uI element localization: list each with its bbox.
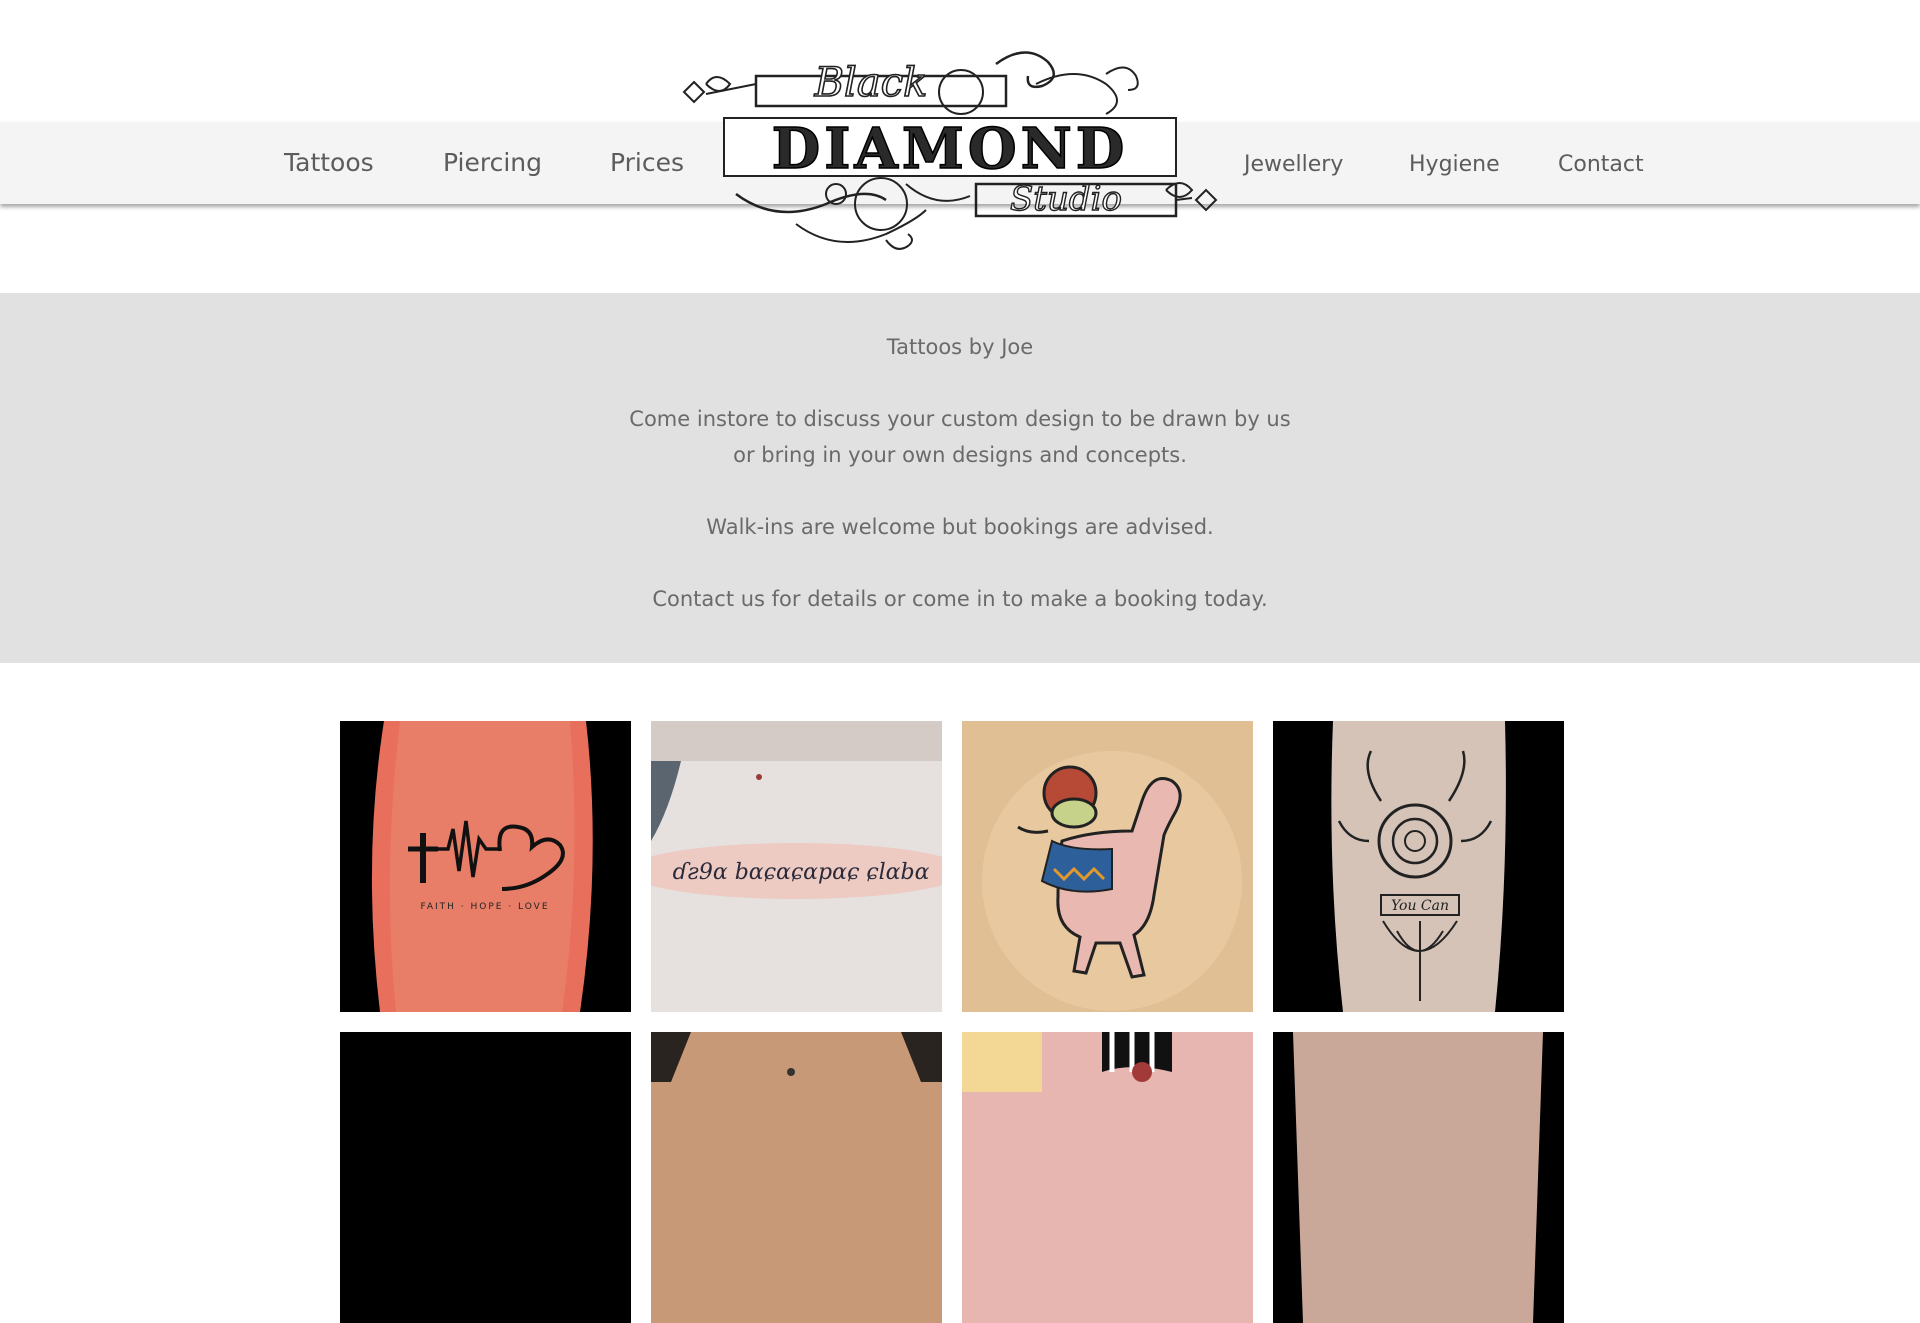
nav-link-tattoos[interactable]: Tattoos (284, 122, 374, 204)
nav-link-prices[interactable]: Prices (610, 122, 684, 204)
gallery-image-row2-2[interactable] (651, 1032, 942, 1323)
intro-text-line: Walk-ins are welcome but bookings are ad… (706, 515, 1214, 539)
nav-link-jewellery[interactable]: Jewellery (1244, 122, 1343, 204)
intro-title: Tattoos by Joe (886, 335, 1034, 359)
intro-text-line: or bring in your own designs and concept… (733, 443, 1187, 467)
gallery-image-script-tattoo[interactable]: ɗƨ9ɑ bɑɕɑɕɑpɑɕ ɕlɑbɑ (651, 721, 942, 1012)
tile-script-text: ɗƨ9ɑ bɑɕɑɕɑpɑɕ ɕlɑbɑ (673, 860, 930, 885)
gallery-image-row2-4[interactable] (1273, 1032, 1564, 1323)
intro-text-line: Contact us for details or come in to mak… (652, 587, 1268, 611)
logo-top-text: Black (814, 60, 928, 106)
gallery-image-row2-1[interactable] (340, 1032, 631, 1323)
gallery-image-rose-you-can[interactable]: You Can (1273, 721, 1564, 1012)
logo-main-text: DIAMOND (772, 116, 1129, 182)
logo-flourish-icon: DIAMOND Black Studio (682, 51, 1218, 250)
gallery-image-row2-3[interactable] (962, 1032, 1253, 1323)
site-header: Tattoos Piercing Prices Jewellery Hygien… (0, 0, 1920, 293)
tile-banner-text: You Can (1391, 898, 1449, 914)
logo-bottom-text: Studio (1010, 179, 1122, 219)
tile-caption: FAITH · HOPE · LOVE (420, 902, 549, 912)
intro-section: Tattoos by Joe Come instore to discuss y… (0, 293, 1920, 663)
site-logo[interactable]: DIAMOND Black Studio (676, 44, 1224, 254)
intro-text-line: Come instore to discuss your custom desi… (629, 407, 1291, 431)
gallery-image-faith-hope-love[interactable]: FAITH · HOPE · LOVE (340, 721, 631, 1012)
gallery-image-llama-rider[interactable] (962, 721, 1253, 1012)
nav-link-piercing[interactable]: Piercing (443, 122, 542, 204)
nav-link-contact[interactable]: Contact (1558, 122, 1644, 204)
nav-link-hygiene[interactable]: Hygiene (1409, 122, 1500, 204)
